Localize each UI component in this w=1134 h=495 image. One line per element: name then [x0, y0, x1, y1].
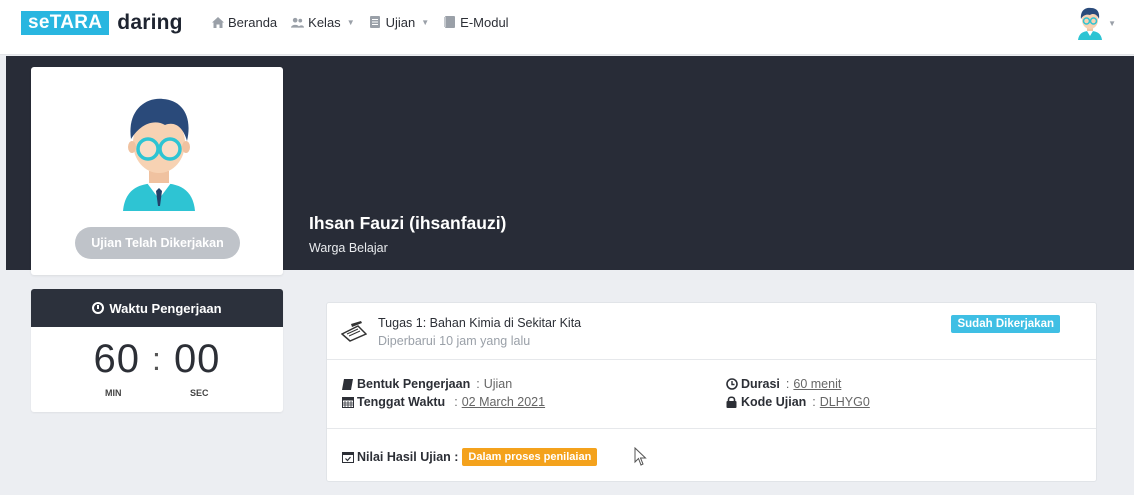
exam-status-button[interactable]: Ujian Telah Dikerjakan	[75, 227, 240, 259]
timer-seconds: 00	[173, 337, 221, 381]
clock-icon	[725, 378, 738, 390]
logo-prefix: seTARA	[21, 11, 110, 35]
kode-value[interactable]: DLHYG0	[820, 395, 870, 409]
field-bentuk: Bentuk Pengerjaan : Ujian	[341, 377, 512, 391]
field-nilai: Nilai Hasil Ujian : Dalam proses penilai…	[341, 448, 598, 466]
clock-icon	[92, 302, 105, 314]
bentuk-label: Bentuk Pengerjaan	[357, 377, 471, 391]
field-tenggat: Tenggat Waktu : 02 March 2021	[341, 395, 545, 409]
home-icon	[211, 16, 224, 28]
task-result: Nilai Hasil Ujian : Dalam proses penilai…	[327, 430, 1096, 482]
grading-status-badge: Dalam proses penilaian	[462, 448, 598, 466]
colon: :	[812, 395, 816, 409]
timer-separator: :	[152, 341, 162, 377]
chevron-down-icon: ▼	[421, 17, 430, 27]
timer-title: Waktu Pengerjaan	[109, 300, 222, 316]
lock-icon	[725, 396, 738, 408]
pencil-paper-icon	[341, 321, 367, 342]
chevron-down-icon: ▼	[346, 17, 355, 27]
profile-card: Ujian Telah Dikerjakan	[31, 67, 283, 275]
task-updated-time: Diperbarui 10 jam yang lalu	[378, 334, 531, 348]
bentuk-value: Ujian	[483, 377, 513, 391]
status-badge: Sudah Dikerjakan	[951, 315, 1060, 333]
nav-label-ujian: Ujian	[385, 14, 416, 30]
logo-suffix: daring	[117, 11, 183, 34]
nav-label-kelas: Kelas	[308, 14, 341, 30]
chevron-down-icon: ▼	[1108, 18, 1116, 28]
mouse-cursor-icon	[634, 447, 647, 466]
durasi-label: Durasi	[741, 377, 780, 391]
colon: :	[454, 395, 458, 409]
document-icon	[369, 16, 382, 28]
tenggat-value[interactable]: 02 March 2021	[462, 395, 545, 409]
timer-display: 60 : 00	[31, 337, 283, 382]
user-name: Ihsan Fauzi (ihsanfauzi)	[309, 213, 507, 233]
nilai-label: Nilai Hasil Ujian :	[357, 450, 459, 464]
nav-item-kelas[interactable]: Kelas ▼	[291, 14, 355, 30]
nav-item-beranda[interactable]: Beranda	[211, 15, 277, 30]
book-icon	[443, 16, 456, 28]
main-nav: Beranda Kelas ▼ Ujian ▼ E-Modul	[211, 12, 523, 32]
calendar-icon	[341, 396, 354, 408]
nav-item-emodul[interactable]: E-Modul	[443, 14, 509, 30]
nav-label-beranda: Beranda	[228, 14, 278, 30]
nav-label-emodul: E-Modul	[460, 14, 509, 30]
user-avatar-icon	[1078, 7, 1103, 40]
field-kode: Kode Ujian : DLHYG0	[725, 395, 870, 409]
task-header: Tugas 1: Bahan Kimia di Sekitar Kita Dip…	[327, 303, 1096, 360]
tenggat-label: Tenggat Waktu	[357, 395, 446, 409]
timer-sec-label: SEC	[190, 388, 209, 398]
durasi-value[interactable]: 60 menit	[793, 377, 841, 391]
task-card: Tugas 1: Bahan Kimia di Sekitar Kita Dip…	[326, 302, 1097, 482]
timer-card: Waktu Pengerjaan 60 : 00	[31, 289, 283, 412]
top-navbar: seTARA daring Beranda Kelas ▼ Ujian ▼ E-…	[0, 0, 1134, 55]
field-durasi: Durasi : 60 menit	[725, 377, 841, 391]
calendar-check-icon	[341, 451, 354, 463]
users-icon	[291, 17, 305, 28]
user-avatar-illustration	[123, 98, 195, 211]
book-icon	[341, 378, 354, 390]
task-details: Bentuk Pengerjaan : Ujian Tenggat Waktu …	[327, 361, 1096, 429]
nav-item-ujian[interactable]: Ujian ▼	[369, 14, 430, 30]
timer-min-label: MIN	[105, 388, 122, 398]
colon: :	[785, 377, 790, 391]
kode-label: Kode Ujian	[741, 395, 807, 409]
brand-logo[interactable]: seTARA daring	[21, 10, 183, 36]
timer-minutes: 60	[93, 337, 141, 381]
colon: :	[476, 377, 480, 391]
user-role: Warga Belajar	[309, 241, 388, 255]
task-title[interactable]: Tugas 1: Bahan Kimia di Sekitar Kita	[378, 316, 581, 330]
user-menu[interactable]: ▼	[1077, 6, 1116, 40]
timer-header: Waktu Pengerjaan	[31, 289, 283, 327]
